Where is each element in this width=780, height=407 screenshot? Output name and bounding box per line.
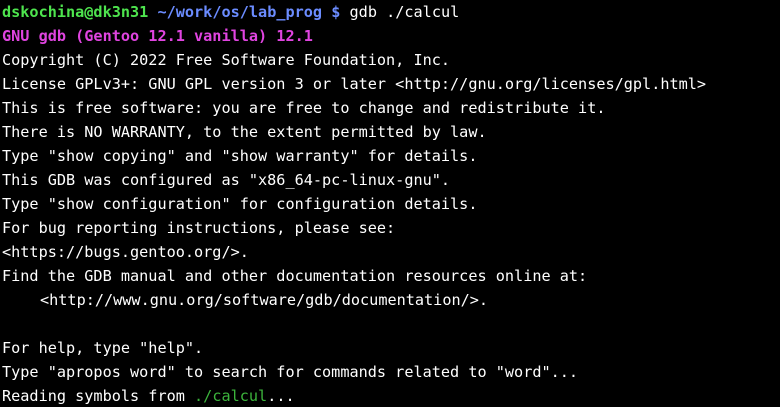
doc-url-line: <http://www.gnu.org/software/gdb/documen… [40, 291, 489, 309]
prompt-user-host: dskochina@dk3n31 [2, 3, 149, 21]
bug-reporting-line: For bug reporting instructions, please s… [2, 219, 396, 237]
apropos-line: Type "apropos word" to search for comman… [2, 363, 579, 381]
reading-prefix: Reading symbols from [2, 387, 195, 405]
show-configuration-line: Type "show configuration" for configurat… [2, 195, 478, 213]
copyright-line: Copyright (C) 2022 Free Software Foundat… [2, 51, 451, 69]
warranty-line: There is NO WARRANTY, to the extent perm… [2, 123, 487, 141]
prompt-cwd: ~/work/os/lab_prog [157, 3, 323, 21]
prompt-command: gdb ./calcul [349, 3, 460, 21]
bug-url-line: <https://bugs.gentoo.org/>. [2, 243, 249, 261]
help-line: For help, type "help". [2, 339, 204, 357]
shell-prompt-line: dskochina@dk3n31 ~/work/os/lab_prog $ gd… [2, 0, 780, 24]
show-copying-line: Type "show copying" and "show warranty" … [2, 147, 478, 165]
gdb-banner: GNU gdb (Gentoo 12.1 vanilla) 12.1 [2, 27, 313, 45]
free-software-line: This is free software: you are free to c… [2, 99, 606, 117]
terminal-window[interactable]: dskochina@dk3n31 ~/work/os/lab_prog $ gd… [0, 0, 780, 407]
reading-suffix: ... [267, 387, 295, 405]
reading-file-path: ./calcul [194, 387, 268, 405]
reading-symbols-line: Reading symbols from ./calcul... [2, 384, 780, 407]
prompt-symbol: $ [331, 3, 341, 21]
configured-as-line: This GDB was configured as "x86_64-pc-li… [2, 171, 451, 189]
find-manual-line: Find the GDB manual and other documentat… [2, 267, 588, 285]
license-line: License GPLv3+: GNU GPL version 3 or lat… [2, 75, 707, 93]
